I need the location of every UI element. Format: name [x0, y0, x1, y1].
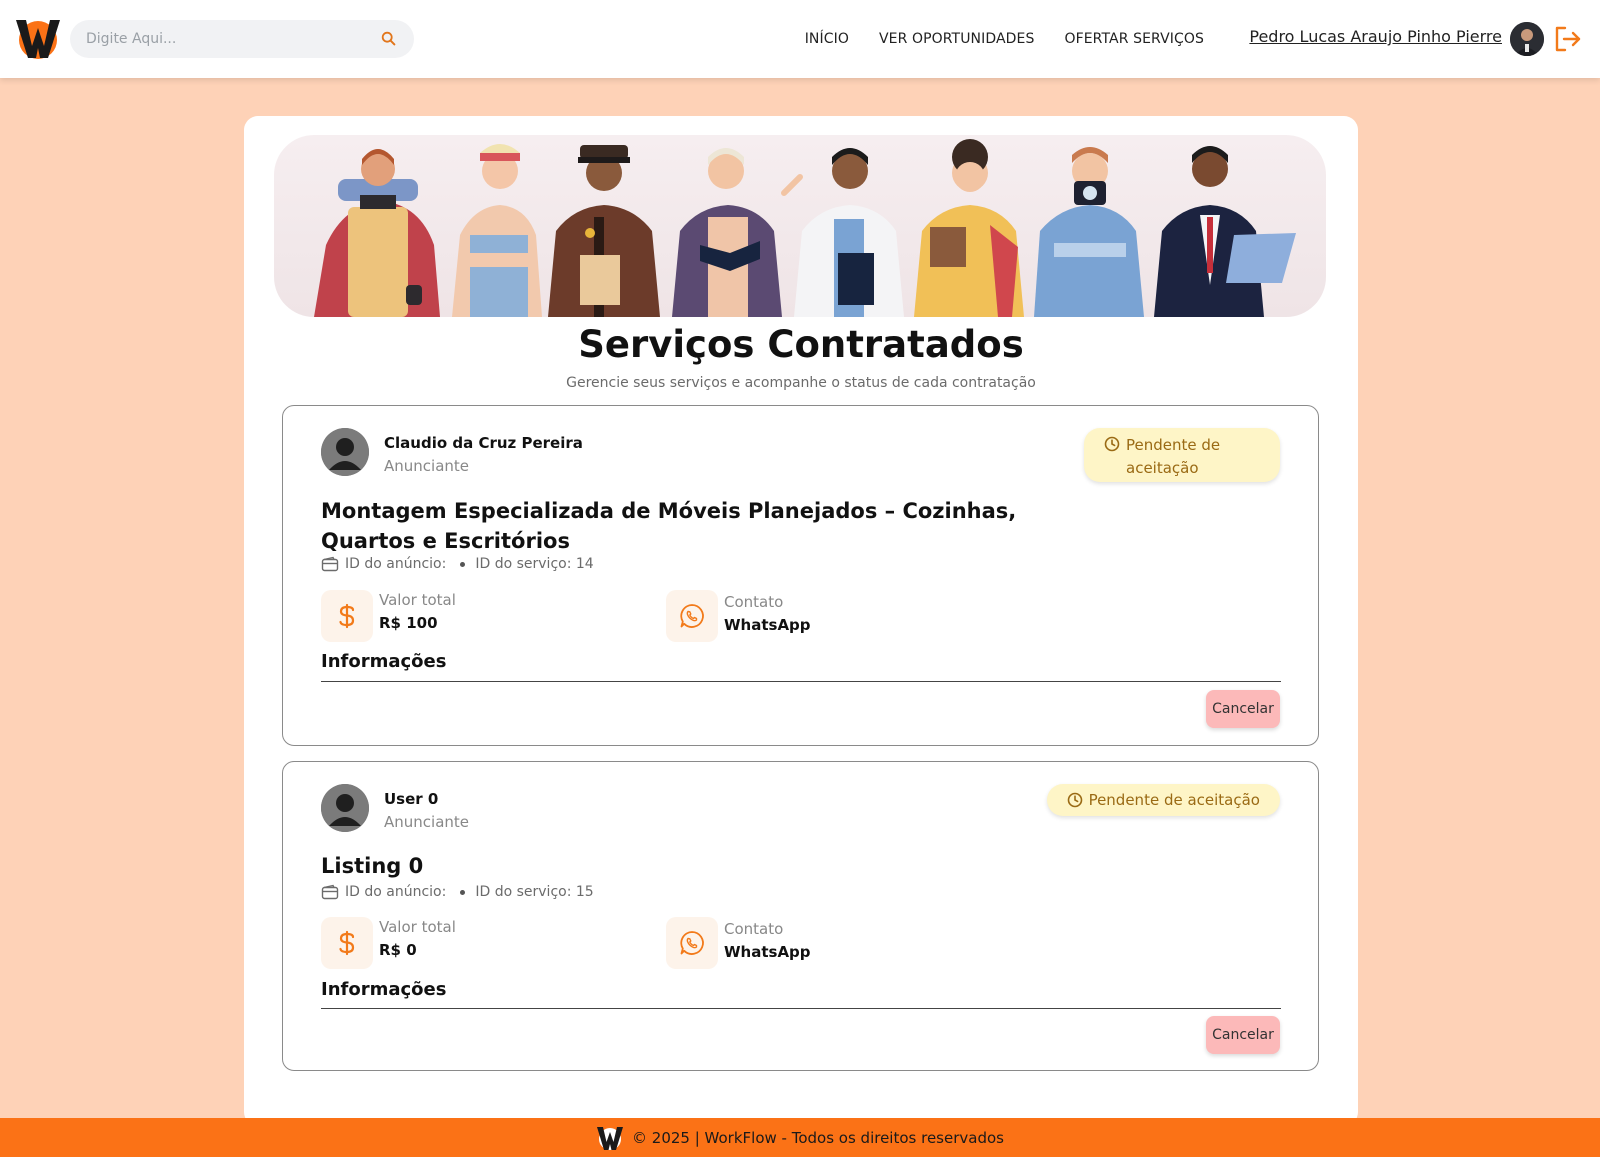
user-avatar[interactable]: [1510, 22, 1544, 56]
info-title: Informações: [321, 979, 447, 1000]
separator-dot: [460, 561, 466, 567]
dollar-icon: [339, 930, 355, 956]
listing-id-label: ID do anúncio:: [345, 556, 447, 572]
contact-icon-box: [666, 917, 718, 969]
nav-ver-oportunidades[interactable]: VER OPORTUNIDADES: [879, 31, 1035, 47]
separator-dot: [460, 889, 466, 895]
clock-icon: [1067, 792, 1082, 808]
page-title: Serviços Contratados: [578, 323, 1024, 366]
total-value-icon-box: [321, 590, 373, 642]
status-badge: Pendente de aceitação: [1084, 428, 1280, 482]
nav-ofertar-servicos[interactable]: OFERTAR SERVIÇOS: [1064, 31, 1204, 47]
whatsapp-icon: [680, 931, 704, 955]
clock-icon: [1104, 436, 1120, 452]
status-badge: Pendente de aceitação: [1046, 784, 1280, 816]
footer-text: © 2025 | WorkFlow - Todos os direitos re…: [632, 1128, 1004, 1147]
status-text: Pendente de aceitação: [1088, 791, 1260, 809]
total-value-icon-box: [321, 917, 373, 969]
total-value: R$ 0: [379, 941, 417, 959]
workflow-logo[interactable]: [14, 16, 62, 60]
info-title: Informações: [321, 651, 447, 672]
contact-label: Contato: [724, 593, 784, 611]
service-id-label: ID do serviço: 15: [475, 884, 594, 900]
advertiser-name: User 0: [384, 790, 439, 808]
page-subtitle: Gerencie seus serviços e acompanhe o sta…: [566, 375, 1036, 391]
top-navbar: INÍCIO VER OPORTUNIDADES OFERTAR SERVIÇO…: [0, 0, 1600, 78]
advertiser-avatar: [321, 784, 369, 832]
dollar-icon: [339, 603, 355, 629]
contact-value[interactable]: WhatsApp: [724, 943, 811, 961]
info-divider: [321, 1008, 1281, 1009]
cancel-button[interactable]: Cancelar: [1206, 690, 1280, 728]
service-card: User 0 Anunciante Pendente de aceitação …: [282, 761, 1319, 1071]
status-text: Pendente de aceitação: [1126, 436, 1221, 477]
advertiser-name: Claudio da Cruz Pereira: [384, 434, 583, 452]
total-value-label: Valor total: [379, 918, 456, 936]
user-name-link[interactable]: Pedro Lucas Araujo Pinho Pierre: [1249, 27, 1502, 46]
service-meta: ID do anúncio: ID do serviço: 14: [321, 556, 594, 572]
listing-id-label: ID do anúncio:: [345, 884, 447, 900]
service-title: Listing 0: [321, 854, 424, 878]
contact-label: Contato: [724, 920, 784, 938]
wallet-icon: [321, 884, 339, 900]
main-content-card: Serviços Contratados Gerencie seus servi…: [244, 116, 1358, 1126]
workflow-logo: [597, 1126, 624, 1150]
nav-inicio[interactable]: INÍCIO: [805, 31, 849, 47]
whatsapp-icon: [680, 604, 704, 628]
search-bar: [70, 20, 414, 58]
professionals-banner-illustration: [274, 135, 1326, 317]
advertiser-avatar: [321, 428, 369, 476]
wallet-icon: [321, 556, 339, 572]
logout-icon[interactable]: [1553, 24, 1583, 54]
service-id-label: ID do serviço: 14: [475, 556, 594, 572]
advertiser-role: Anunciante: [384, 813, 470, 831]
info-divider: [321, 681, 1281, 682]
total-value-label: Valor total: [379, 591, 456, 609]
main-nav: INÍCIO VER OPORTUNIDADES OFERTAR SERVIÇO…: [805, 0, 1204, 78]
service-title: Montagem Especializada de Móveis Planeja…: [321, 499, 1017, 553]
advertiser-role: Anunciante: [384, 457, 470, 475]
search-icon[interactable]: [380, 30, 398, 48]
service-meta: ID do anúncio: ID do serviço: 15: [321, 884, 594, 900]
search-input[interactable]: [86, 31, 380, 47]
contact-value[interactable]: WhatsApp: [724, 616, 811, 634]
service-card: Claudio da Cruz Pereira Anunciante Pende…: [282, 405, 1319, 746]
contact-icon-box: [666, 590, 718, 642]
footer: © 2025 | WorkFlow - Todos os direitos re…: [0, 1118, 1600, 1157]
cancel-button[interactable]: Cancelar: [1206, 1016, 1280, 1054]
total-value: R$ 100: [379, 614, 438, 632]
